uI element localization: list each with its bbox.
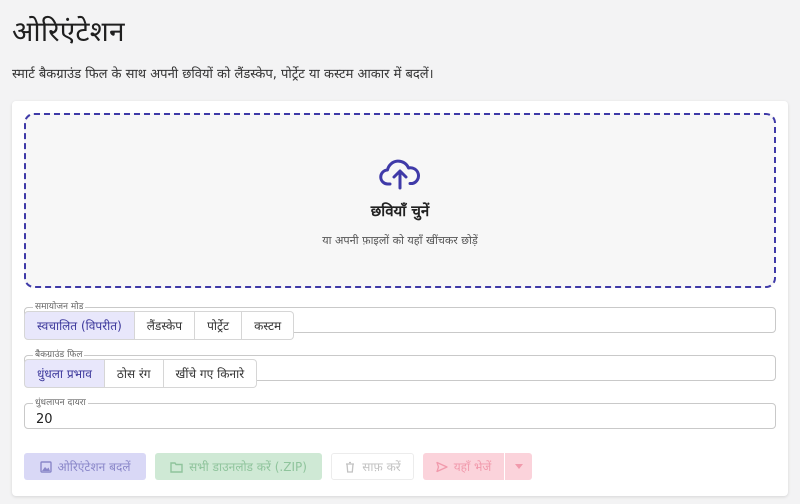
dropzone-hint: या अपनी फ़ाइलों को यहाँ खींचकर छोड़ें [322, 234, 478, 247]
image-icon [39, 460, 52, 473]
background-fill-group: बैकग्राउंड फिल धुंधला प्रभाव ठोस रंग खीं… [24, 350, 776, 388]
blur-radius-field[interactable]: धुंधलापन दायरा 20 [24, 398, 776, 429]
file-dropzone[interactable]: छवियाँ चुनें या अपनी फ़ाइलों को यहाँ खीं… [24, 113, 776, 288]
send-here-label: यहाँ भेजें [453, 460, 492, 474]
fill-option-solid[interactable]: ठोस रंग [104, 359, 164, 388]
dropzone-title: छवियाँ चुनें [370, 202, 430, 220]
send-here-button[interactable]: यहाँ भेजें [423, 453, 504, 480]
page-title: ओरिएंटेशन [12, 15, 125, 48]
chevron-down-icon [514, 464, 523, 469]
download-all-label: सभी डाउनलोड करें (.ZIP) [189, 460, 307, 474]
action-bar: ओरिएंटेशन बदलें सभी डाउनलोड करें (.ZIP) … [24, 453, 784, 480]
adjust-mode-group: समायोजन मोड स्वचालित (विपरीत) लैंडस्केप … [24, 302, 776, 340]
folder-zip-icon [170, 461, 183, 473]
mode-option-auto[interactable]: स्वचालित (विपरीत) [24, 311, 135, 340]
send-menu-button[interactable] [505, 453, 532, 480]
clear-button[interactable]: साफ़ करें [331, 453, 414, 480]
fill-option-blur[interactable]: धुंधला प्रभाव [24, 359, 105, 388]
blur-radius-label: धुंधलापन दायरा [35, 398, 86, 408]
blur-radius-input[interactable]: 20 [36, 412, 53, 427]
cloud-upload-icon [379, 159, 420, 190]
clear-label: साफ़ करें [362, 460, 401, 474]
page-subtitle: स्मार्ट बैकग्राउंड फिल के साथ अपनी छवियो… [12, 67, 434, 82]
clear-icon [346, 461, 355, 473]
adjust-mode-toggle: स्वचालित (विपरीत) लैंडस्केप पोर्ट्रेट कस… [24, 311, 295, 340]
download-all-button[interactable]: सभी डाउनलोड करें (.ZIP) [155, 453, 322, 480]
mode-option-landscape[interactable]: लैंडस्केप [134, 311, 196, 340]
mode-option-portrait[interactable]: पोर्ट्रेट [195, 311, 243, 340]
change-orientation-label: ओरिएंटेशन बदलें [57, 460, 131, 474]
change-orientation-button[interactable]: ओरिएंटेशन बदलें [24, 453, 146, 480]
mode-option-custom[interactable]: कस्टम [242, 311, 295, 340]
main-card: छवियाँ चुनें या अपनी फ़ाइलों को यहाँ खीं… [12, 101, 788, 496]
background-fill-toggle: धुंधला प्रभाव ठोस रंग खींचे गए किनारे [24, 359, 258, 388]
fill-option-stretch[interactable]: खींचे गए किनारे [163, 359, 258, 388]
send-icon [436, 461, 448, 472]
